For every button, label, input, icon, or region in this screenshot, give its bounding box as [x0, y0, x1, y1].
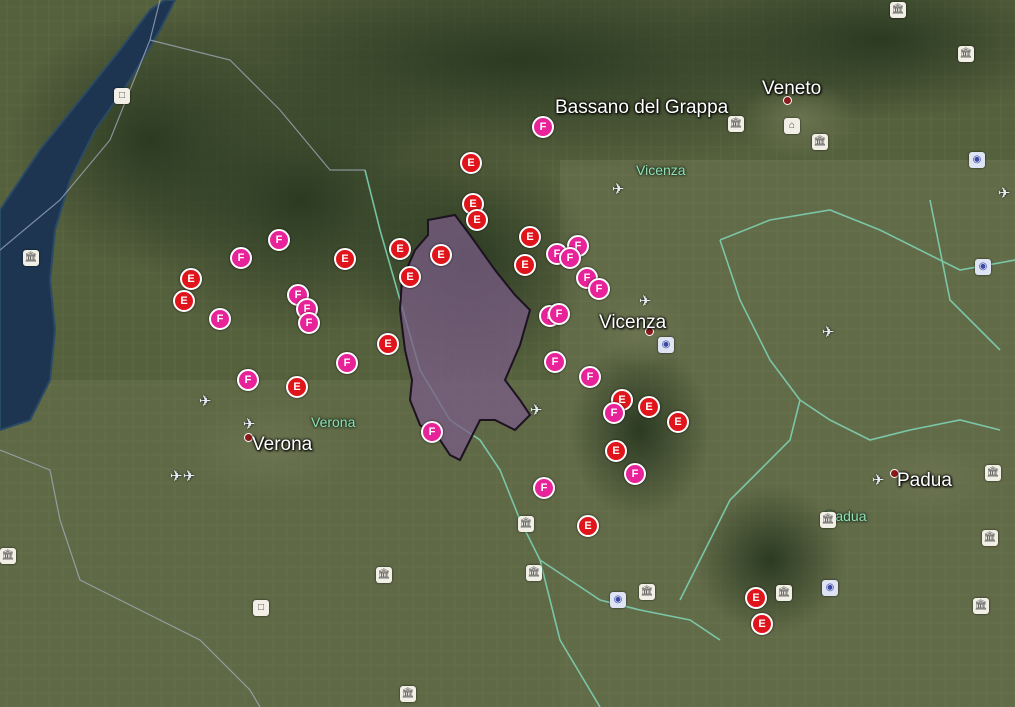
marker-f[interactable]: F [268, 229, 290, 251]
region-label-vicenza: Vicenza [636, 162, 686, 178]
marker-e[interactable]: E [514, 254, 536, 276]
museum-icon[interactable]: 🏛 [958, 46, 974, 62]
marker-f[interactable]: F [533, 477, 555, 499]
museum-icon[interactable]: 🏛 [973, 598, 989, 614]
marker-e[interactable]: E [173, 290, 195, 312]
museum-icon[interactable]: 🏛 [0, 548, 16, 564]
marker-e[interactable]: E [519, 226, 541, 248]
marker-e[interactable]: E [430, 244, 452, 266]
marker-e[interactable]: E [460, 152, 482, 174]
marker-e[interactable]: E [751, 613, 773, 635]
place-label-verona[interactable]: Verona [252, 434, 312, 456]
marker-e[interactable]: E [667, 411, 689, 433]
airport-icon[interactable]: ✈ [181, 469, 197, 485]
airport-icon[interactable]: ✈ [528, 403, 544, 419]
museum-icon[interactable]: 🏛 [820, 512, 836, 528]
museum-icon[interactable]: 🏛 [776, 585, 792, 601]
marker-e[interactable]: E [286, 376, 308, 398]
marker-f[interactable]: F [532, 116, 554, 138]
museum-icon[interactable]: 🏛 [23, 250, 39, 266]
airport-icon[interactable]: ✈ [996, 186, 1012, 202]
camera-icon[interactable]: ◉ [822, 580, 838, 596]
hotel-icon[interactable]: □ [114, 88, 130, 104]
museum-icon[interactable]: 🏛 [526, 565, 542, 581]
marker-f[interactable]: F [421, 421, 443, 443]
museum-icon[interactable]: 🏛 [812, 134, 828, 150]
camera-icon[interactable]: ◉ [658, 337, 674, 353]
airport-icon[interactable]: ✈ [820, 325, 836, 341]
marker-f[interactable]: F [336, 352, 358, 374]
museum-icon[interactable]: 🏛 [985, 465, 1001, 481]
marker-f[interactable]: F [624, 463, 646, 485]
marker-e[interactable]: E [466, 209, 488, 231]
landmark-icon[interactable]: ⌂ [784, 118, 800, 134]
marker-f[interactable]: F [548, 303, 570, 325]
place-label-veneto[interactable]: Veneto [762, 78, 821, 100]
camera-icon[interactable]: ◉ [975, 259, 991, 275]
marker-f[interactable]: F [603, 402, 625, 424]
region-label-verona: Verona [311, 414, 356, 430]
map-base-layer [0, 0, 1015, 707]
camera-icon[interactable]: ◉ [969, 152, 985, 168]
place-label-padua[interactable]: Padua [897, 470, 952, 492]
marker-e[interactable]: E [638, 396, 660, 418]
landmark-icon[interactable]: □ [253, 600, 269, 616]
marker-f[interactable]: F [209, 308, 231, 330]
airport-icon[interactable]: ✈ [197, 394, 213, 410]
marker-e[interactable]: E [334, 248, 356, 270]
marker-f[interactable]: F [298, 312, 320, 334]
satellite-map[interactable]: Veneto Bassano del Grappa Vicenza Verona… [0, 0, 1015, 707]
marker-e[interactable]: E [605, 440, 627, 462]
museum-icon[interactable]: 🏛 [518, 516, 534, 532]
marker-f[interactable]: F [559, 247, 581, 269]
museum-icon[interactable]: 🏛 [728, 116, 744, 132]
marker-e[interactable]: E [745, 587, 767, 609]
place-label-bassano[interactable]: Bassano del Grappa [555, 97, 728, 119]
museum-icon[interactable]: 🏛 [639, 584, 655, 600]
marker-f[interactable]: F [230, 247, 252, 269]
airport-icon[interactable]: ✈ [637, 294, 653, 310]
marker-e[interactable]: E [180, 268, 202, 290]
marker-f[interactable]: F [579, 366, 601, 388]
marker-e[interactable]: E [399, 266, 421, 288]
museum-icon[interactable]: 🏛 [376, 567, 392, 583]
airport-icon[interactable]: ✈ [241, 417, 257, 433]
marker-f[interactable]: F [544, 351, 566, 373]
marker-f[interactable]: F [588, 278, 610, 300]
marker-e[interactable]: E [377, 333, 399, 355]
marker-e[interactable]: E [577, 515, 599, 537]
camera-icon[interactable]: ◉ [610, 592, 626, 608]
museum-icon[interactable]: 🏛 [982, 530, 998, 546]
airport-icon[interactable]: ✈ [870, 473, 886, 489]
marker-f[interactable]: F [237, 369, 259, 391]
museum-icon[interactable]: 🏛 [890, 2, 906, 18]
marker-e[interactable]: E [389, 238, 411, 260]
airport-icon[interactable]: ✈ [610, 182, 626, 198]
museum-icon[interactable]: 🏛 [400, 686, 416, 702]
place-label-vicenza[interactable]: Vicenza [599, 312, 666, 334]
